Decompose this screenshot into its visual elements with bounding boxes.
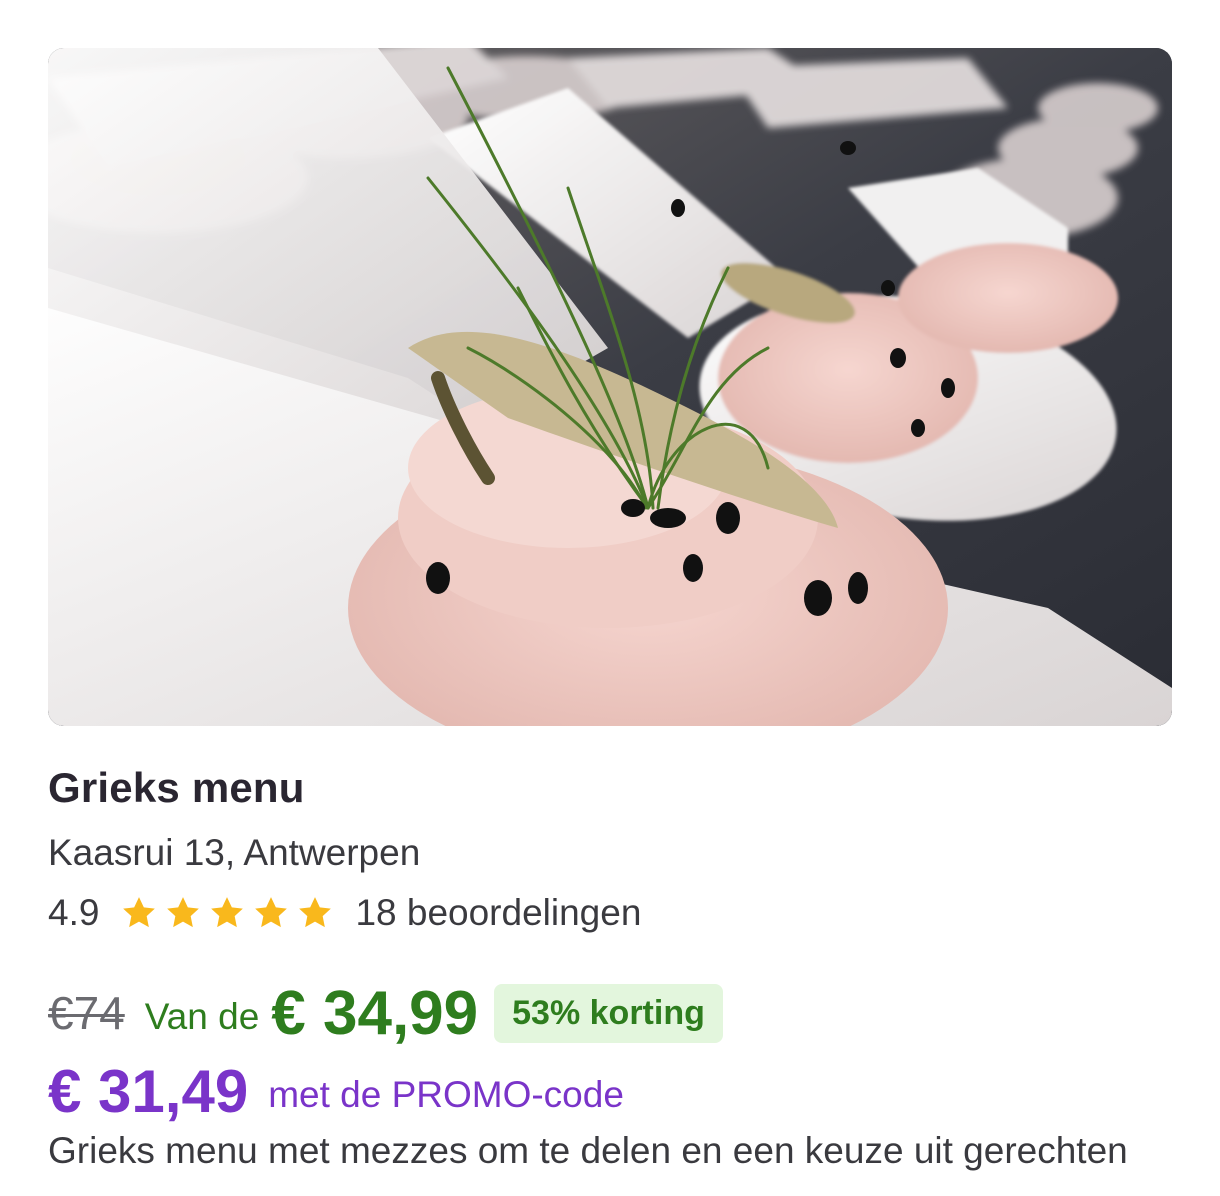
deal-image[interactable] <box>48 48 1172 726</box>
deal-address: Kaasrui 13, Antwerpen <box>48 832 421 873</box>
star-icon <box>123 897 156 928</box>
promo-price: € 31,49 <box>48 1057 249 1125</box>
star-icon <box>211 897 244 928</box>
deal-title[interactable]: Grieks menu <box>48 764 305 812</box>
original-price: €74 <box>48 987 125 1039</box>
star-rating <box>119 893 335 933</box>
price-row: €74 Van de € 34,99 53% korting <box>48 978 723 1048</box>
star-icon <box>167 897 200 928</box>
from-label: Van de <box>144 996 260 1037</box>
deal-price: € 34,99 <box>271 978 479 1048</box>
star-icon <box>255 897 288 928</box>
deal-card[interactable]: Grieks menu Kaasrui 13, Antwerpen 4.9 18… <box>0 0 1220 1196</box>
deal-description: Grieks menu met mezzes om te delen en ee… <box>48 1130 1128 1171</box>
discount-badge: 53% korting <box>494 983 723 1043</box>
rating-value: 4.9 <box>48 892 100 933</box>
rating-row: 4.9 18 beoordelingen <box>48 890 641 936</box>
food-photo <box>48 48 1172 726</box>
review-count[interactable]: 18 beoordelingen <box>355 892 641 934</box>
promo-label: met de PROMO-code <box>268 1074 624 1115</box>
star-icon <box>299 897 332 928</box>
promo-row: € 31,49 met de PROMO-code <box>48 1056 624 1126</box>
